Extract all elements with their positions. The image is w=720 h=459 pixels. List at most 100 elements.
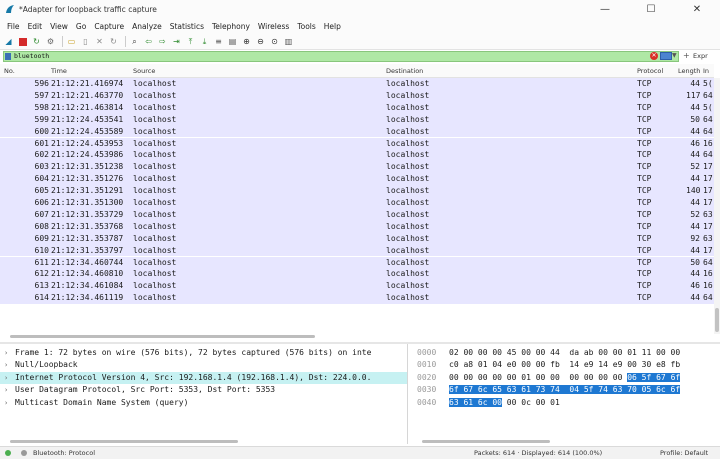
zoom-out-icon[interactable]: ⊖ bbox=[255, 36, 266, 47]
go-to-packet-icon[interactable]: ⇥ bbox=[171, 36, 182, 47]
packet-row[interactable]: 603 21:12:31.351238 localhost localhost TCP 5… bbox=[0, 161, 714, 174]
packet-row[interactable]: 598 21:12:21.463814 localhost localhost TCP 4… bbox=[0, 101, 714, 114]
detail-tree-item[interactable]: › Internet Protocol Version 4, Src: 192.1… bbox=[0, 371, 407, 385]
hex-dump-line[interactable]: 0020 00 00 00 00 00 01 00 00 00 00 00 00 … bbox=[412, 372, 720, 384]
reload-file-icon[interactable]: ↻ bbox=[108, 36, 119, 47]
column-header-no[interactable]: No. bbox=[4, 67, 15, 75]
packet-row[interactable]: 600 21:12:24.453589 localhost localhost TCP 4… bbox=[0, 125, 714, 138]
packet-row[interactable]: 599 21:12:24.453541 localhost localhost TCP 5… bbox=[0, 113, 714, 126]
cell-source: localhost bbox=[133, 233, 177, 243]
packet-row[interactable]: 604 21:12:31.351276 localhost localhost TCP 4… bbox=[0, 173, 714, 186]
packet-row[interactable]: 611 21:12:34.460744 localhost localhost TCP 5… bbox=[0, 256, 714, 269]
cell-length: 44 bbox=[690, 102, 700, 112]
column-header-time[interactable]: Time bbox=[51, 67, 67, 75]
column-header-source[interactable]: Source bbox=[133, 67, 155, 75]
go-back-arrow-icon[interactable]: ⇦ bbox=[143, 36, 154, 47]
chevron-right-icon[interactable]: › bbox=[4, 372, 8, 384]
capture-comments-icon[interactable] bbox=[21, 450, 27, 456]
detail-tree-item[interactable]: › Multicast Domain Name System (query) bbox=[0, 397, 407, 409]
minimize-button[interactable]: — bbox=[582, 0, 628, 18]
detail-tree-item[interactable]: › Frame 1: 72 bytes on wire (576 bits), 7… bbox=[0, 347, 407, 359]
packet-row[interactable]: 597 21:12:21.463770 localhost localhost TCP 1… bbox=[0, 89, 714, 102]
chevron-right-icon[interactable]: › bbox=[4, 359, 8, 371]
chevron-right-icon[interactable]: › bbox=[4, 397, 8, 409]
menu-edit[interactable]: Edit bbox=[24, 22, 47, 31]
cell-time: 21:12:31.353797 bbox=[51, 245, 124, 255]
cell-source: localhost bbox=[133, 186, 177, 196]
find-packet-search-icon[interactable]: ⌕ bbox=[129, 36, 140, 47]
menu-capture[interactable]: Capture bbox=[90, 22, 128, 31]
packet-row[interactable]: 602 21:12:24.453986 localhost localhost TCP 4… bbox=[0, 149, 714, 162]
detail-tree-item-label: Null/Loopback bbox=[15, 360, 78, 370]
menu-analyze[interactable]: Analyze bbox=[128, 22, 166, 31]
display-filter-input[interactable]: bluetooth bbox=[3, 51, 679, 62]
packet-row[interactable]: 613 21:12:34.461084 localhost localhost TCP 4… bbox=[0, 280, 714, 293]
hex-dump-line[interactable]: 0040 63 61 6c 00 00 0c 00 01 bbox=[412, 397, 720, 409]
column-header-length[interactable]: Length bbox=[678, 67, 700, 75]
cell-time: 21:12:21.463770 bbox=[51, 90, 124, 100]
cell-info: 63 bbox=[703, 233, 713, 243]
start-capture-fin-icon[interactable]: ◢ bbox=[3, 36, 14, 47]
cell-time: 21:12:31.353787 bbox=[51, 233, 124, 243]
add-filter-button-plus-icon[interactable]: + bbox=[683, 51, 690, 60]
menu-help[interactable]: Help bbox=[320, 22, 345, 31]
column-header-destination[interactable]: Destination bbox=[386, 67, 423, 75]
column-header-protocol[interactable]: Protocol bbox=[637, 67, 663, 75]
first-packet-icon[interactable]: ⤒ bbox=[185, 36, 196, 47]
maximize-button[interactable]: ☐ bbox=[628, 0, 674, 18]
hex-dump-line[interactable]: 0030 6f 67 6c 65 63 61 73 74 04 5f 74 63 … bbox=[412, 384, 720, 396]
apply-filter-arrow-icon[interactable] bbox=[660, 52, 672, 60]
save-file-icon[interactable]: ▯ bbox=[80, 36, 91, 47]
hex-dump-line[interactable]: 0010 c0 a8 01 04 e0 00 00 fb 14 e9 14 e9 … bbox=[412, 359, 720, 371]
expert-info-status-icon[interactable] bbox=[5, 450, 11, 456]
packet-row[interactable]: 607 21:12:31.353729 localhost localhost TCP 5… bbox=[0, 208, 714, 221]
menu-file[interactable]: File bbox=[3, 22, 24, 31]
menu-view[interactable]: View bbox=[46, 22, 72, 31]
details-horizontal-scrollbar[interactable] bbox=[10, 440, 238, 443]
packet-row[interactable]: 601 21:12:24.453953 localhost localhost TCP 4… bbox=[0, 137, 714, 150]
go-forward-arrow-icon[interactable]: ⇨ bbox=[157, 36, 168, 47]
filter-history-chevron-down-icon[interactable]: ▼ bbox=[672, 52, 677, 59]
menu-go[interactable]: Go bbox=[72, 22, 90, 31]
chevron-right-icon[interactable]: › bbox=[4, 384, 8, 396]
restart-capture-icon[interactable]: ↻ bbox=[31, 36, 42, 47]
menu-tools[interactable]: Tools bbox=[293, 22, 319, 31]
detail-tree-item[interactable]: › Null/Loopback bbox=[0, 359, 407, 371]
packet-row[interactable]: 610 21:12:31.353797 localhost localhost TCP 4… bbox=[0, 244, 714, 257]
cell-time: 21:12:34.460810 bbox=[51, 269, 124, 279]
packet-list-horizontal-scrollbar[interactable] bbox=[10, 335, 315, 338]
autoscroll-icon[interactable]: ≡ bbox=[213, 36, 224, 47]
stop-capture-icon[interactable] bbox=[17, 36, 28, 47]
filter-bookmark-icon[interactable] bbox=[5, 53, 11, 60]
menu-telephony[interactable]: Telephony bbox=[208, 22, 254, 31]
packet-row[interactable]: 606 21:12:31.351300 localhost localhost TCP 4… bbox=[0, 197, 714, 209]
resize-columns-icon[interactable]: ▥ bbox=[283, 36, 294, 47]
hex-dump-line[interactable]: 0000 02 00 00 00 45 00 00 44 da ab 00 00 … bbox=[412, 347, 720, 359]
chevron-right-icon[interactable]: › bbox=[4, 347, 8, 359]
status-profile[interactable]: Profile: Default bbox=[660, 449, 708, 457]
packet-row[interactable]: 605 21:12:31.351291 localhost localhost TCP 1… bbox=[0, 185, 714, 197]
zoom-reset-icon[interactable]: ⊙ bbox=[269, 36, 280, 47]
column-header-info[interactable]: In bbox=[703, 67, 709, 75]
close-file-icon[interactable]: ✕ bbox=[94, 36, 105, 47]
menu-statistics[interactable]: Statistics bbox=[166, 22, 208, 31]
menu-wireless[interactable]: Wireless bbox=[254, 22, 293, 31]
clear-filter-x-icon[interactable]: ✕ bbox=[650, 52, 658, 60]
colorize-list-icon[interactable]: ▤ bbox=[227, 36, 238, 47]
last-packet-icon[interactable]: ⤓ bbox=[199, 36, 210, 47]
packet-list-scroll-thumb[interactable] bbox=[715, 308, 719, 332]
capture-options-gear-icon[interactable]: ⚙ bbox=[45, 36, 56, 47]
bytes-horizontal-scrollbar[interactable] bbox=[422, 440, 550, 443]
packet-list-vertical-scrollbar[interactable] bbox=[714, 78, 720, 334]
packet-row[interactable]: 609 21:12:31.353787 localhost localhost TCP 9… bbox=[0, 232, 714, 245]
close-button[interactable]: ✕ bbox=[674, 0, 720, 18]
open-file-folder-icon[interactable]: ▭ bbox=[66, 36, 77, 47]
zoom-in-icon[interactable]: ⊕ bbox=[241, 36, 252, 47]
packet-row[interactable]: 614 21:12:34.461119 localhost localhost TCP 4… bbox=[0, 292, 714, 305]
packet-row[interactable]: 608 21:12:31.353768 localhost localhost TCP 4… bbox=[0, 220, 714, 233]
detail-tree-item[interactable]: › User Datagram Protocol, Src Port: 5353,… bbox=[0, 384, 407, 396]
packet-row[interactable]: 596 21:12:21.416974 localhost localhost TCP 4… bbox=[0, 78, 714, 90]
filter-expression-button[interactable]: Expr bbox=[693, 52, 708, 60]
packet-row[interactable]: 612 21:12:34.460810 localhost localhost TCP 4… bbox=[0, 268, 714, 281]
cell-no: 604 bbox=[34, 174, 49, 184]
